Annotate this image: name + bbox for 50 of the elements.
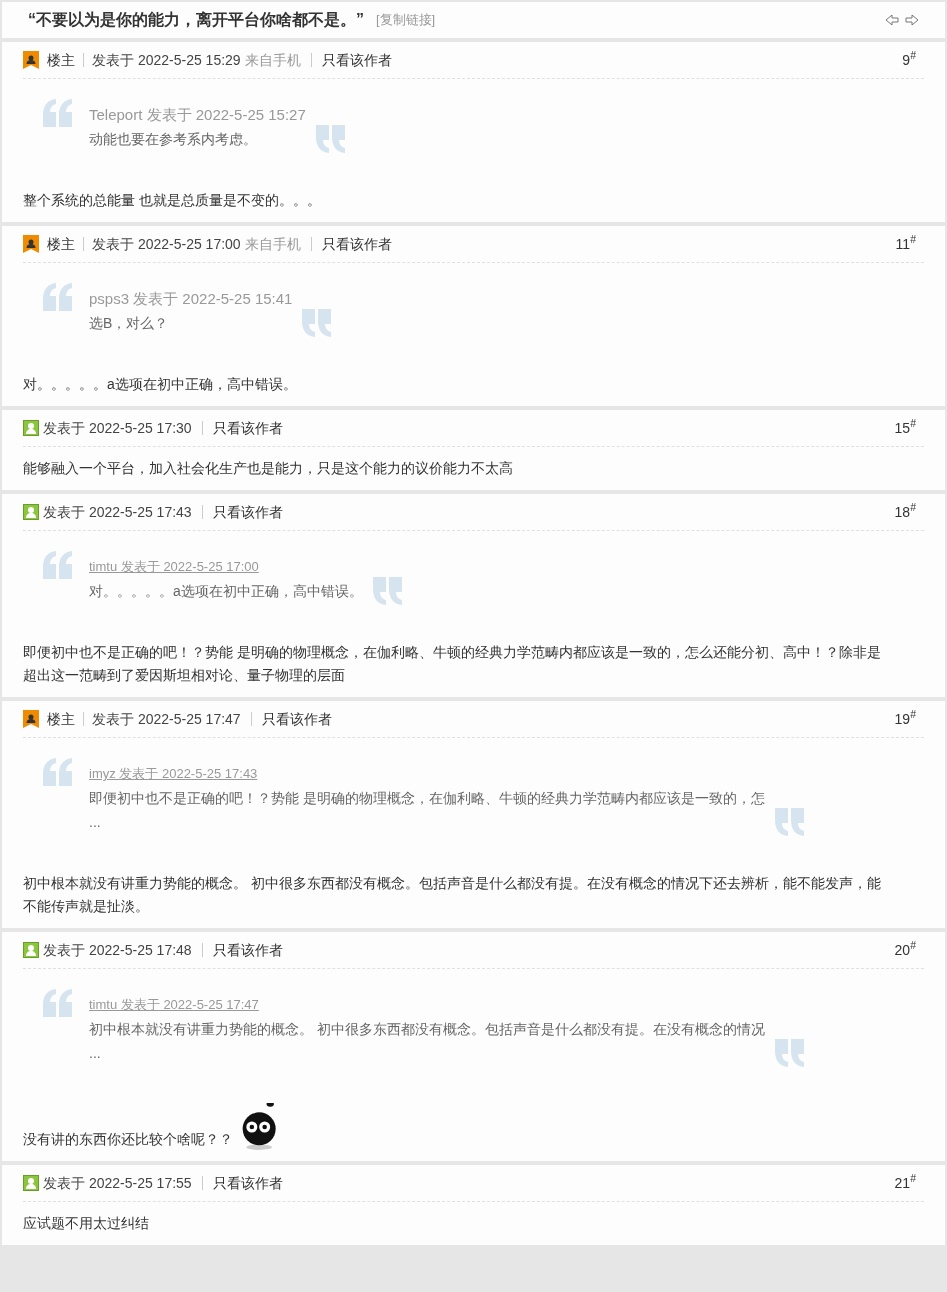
quote-text: 动能也要在参考系内考虑。 (89, 130, 258, 149)
mobile-tag: 来自手机 (244, 49, 301, 71)
author-only-link[interactable]: 只看该作者 (212, 1172, 283, 1194)
author-only-link[interactable]: 只看该作者 (212, 501, 283, 523)
quote-byline: psps3 发表于 2022-5-25 15:41 (89, 289, 293, 309)
floor-number[interactable]: 18$^{#}$ (894, 501, 916, 523)
thread-title: “不要以为是你的能力，离开平台你啥都不是。” (28, 10, 364, 30)
quote-text: ... (89, 813, 102, 832)
author-only-link[interactable]: 只看该作者 (321, 233, 392, 255)
close-quote-icon (774, 1039, 805, 1067)
quote-text: 对。。。。。a选项在初中正确，高中错误。 (89, 582, 363, 601)
floor-number[interactable]: 21$^{#}$ (894, 1172, 916, 1194)
floor-number[interactable]: 20$^{#}$ (894, 939, 916, 961)
floor-number[interactable]: 9$^{#}$ (902, 49, 916, 71)
post-time: 发表于 2022-5-25 17:00 (92, 234, 241, 254)
author-only-link[interactable]: 只看该作者 (261, 708, 332, 730)
op-label[interactable]: 楼主 (47, 49, 75, 71)
post-body: 没有讲的东西你还比较个啥呢？？ (23, 1130, 233, 1149)
post-body: 即便初中也不是正确的吧！？势能 是明确的物理概念，在伽利略、牛顿的经典力学范畴内都应该是一致的，怎么还能分初、高中！？除非是超出这一范畴到了爱因斯坦相对论、量子物理的层面 (23, 643, 882, 685)
post-time: 发表于 2022-5-25 17:43 (43, 502, 192, 522)
post-body: 整个系统的总能量 也就是总质量是不变的。。。 (23, 191, 321, 210)
post-body: 初中根本就没有讲重力势能的概念。 初中很多东西都没有概念。包括声音是什么都没有提。在没有概念的情况下还去辨析，能不能发声，能不能传声就是扯淡。 (23, 874, 882, 916)
quote-text: 即便初中也不是正确的吧！？势能 是明确的物理概念，在伽利略、牛顿的经典力学范畴内都应该是一致的，怎 (89, 789, 765, 808)
quote-text: ... (89, 1044, 102, 1063)
op-label[interactable]: 楼主 (47, 233, 75, 255)
post-time: 发表于 2022-5-25 17:30 (43, 418, 192, 438)
post-time: 发表于 2022-5-25 17:48 (43, 940, 192, 960)
author-only-link[interactable]: 只看该作者 (321, 49, 392, 71)
floor-number[interactable]: 19$^{#}$ (894, 708, 916, 730)
post-body: 应试题不用太过纠结 (23, 1214, 149, 1233)
quote-byline: Teleport 发表于 2022-5-25 15:27 (89, 105, 306, 125)
floor-number[interactable]: 15$^{#}$ (894, 417, 916, 439)
mobile-tag: 来自手机 (244, 233, 301, 255)
next-arrow-icon[interactable] (905, 14, 919, 26)
author-only-link[interactable]: 只看该作者 (212, 417, 283, 439)
close-quote-icon (774, 808, 805, 836)
post-body: 对。。。。。a选项在初中正确，高中错误。 (23, 375, 297, 394)
post-time: 发表于 2022-5-25 17:47 (92, 709, 241, 729)
post-time: 发表于 2022-5-25 15:29 (92, 50, 241, 70)
previous-arrow-icon[interactable] (885, 14, 899, 26)
post-body: 能够融入一个平台，加入社会化生产也是能力，只是这个能力的议价能力不太高 (23, 459, 513, 478)
author-only-link[interactable]: 只看该作者 (212, 939, 283, 961)
close-quote-icon (302, 309, 333, 337)
quote-text: 选B，对么？ (89, 314, 170, 333)
op-label[interactable]: 楼主 (47, 708, 75, 730)
close-quote-icon (315, 125, 346, 153)
close-quote-icon (372, 577, 403, 605)
post-time: 发表于 2022-5-25 17:55 (43, 1173, 192, 1193)
quote-text: 初中根本就没有讲重力势能的概念。 初中很多东西都没有概念。包括声音是什么都没有提。在没有概念的情况 (89, 1020, 765, 1039)
floor-number[interactable]: 11$^{#}$ (895, 233, 916, 255)
